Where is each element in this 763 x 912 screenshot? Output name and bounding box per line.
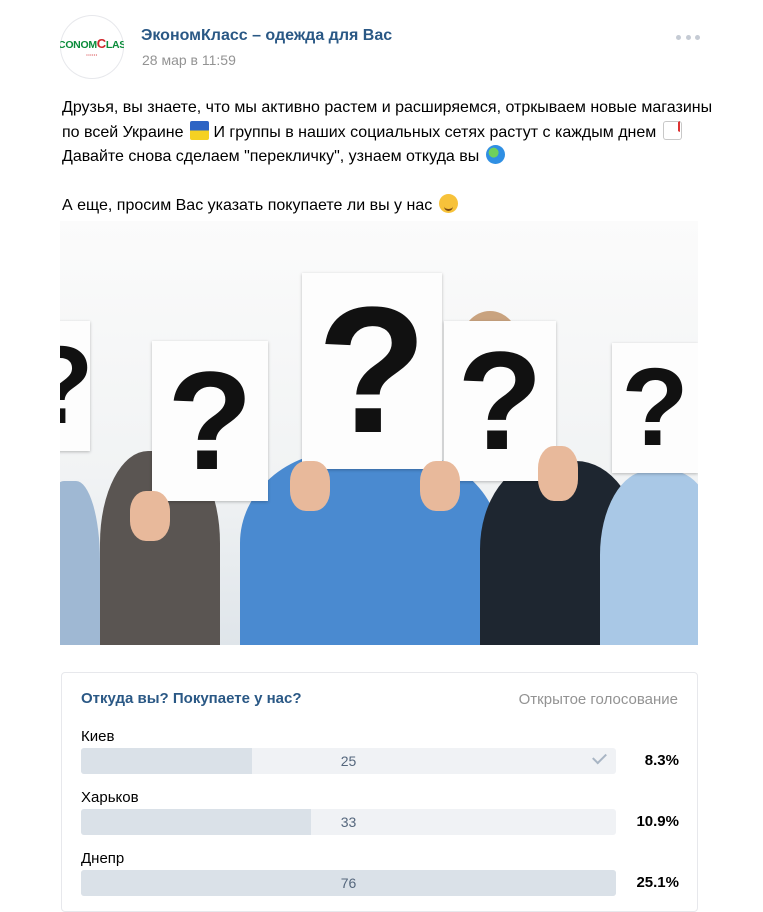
winking-face-icon <box>438 193 458 213</box>
wall-post: ECONOMCLASS •••••• ЭкономКласс – одежда … <box>0 0 763 912</box>
community-avatar[interactable]: ECONOMCLASS •••••• <box>60 15 124 79</box>
answer-percent: 8.3% <box>644 752 679 769</box>
answer-bar[interactable]: 33 <box>81 809 616 835</box>
chart-increasing-icon <box>662 120 682 140</box>
question-sign: ? <box>612 343 698 473</box>
question-sign: ? <box>302 273 442 469</box>
answer-count: 76 <box>340 875 357 891</box>
answer-percent: 10.9% <box>636 813 679 830</box>
post-paragraph-2: А еще, просим Вас указать покупаете ли в… <box>62 193 722 219</box>
answer-percent: 25.1% <box>636 874 679 891</box>
post-photo[interactable]: ? ? ? ? ? <box>60 221 698 645</box>
question-sign: ? <box>60 321 94 451</box>
poll-answer[interactable]: Харьков 33 10.9% <box>81 789 679 847</box>
post-date[interactable]: 28 мар в 11:59 <box>142 52 236 68</box>
answer-label: Киев <box>81 728 115 745</box>
hand <box>538 446 578 501</box>
answer-count: 33 <box>340 814 357 830</box>
answer-bar[interactable]: 76 <box>81 870 616 896</box>
answer-label: Харьков <box>81 789 139 806</box>
globe-icon <box>485 145 505 164</box>
post-paragraph-1: Друзья, вы знаете, что мы активно растем… <box>62 99 713 165</box>
answer-label: Днепр <box>81 850 125 867</box>
person-figure <box>600 471 698 645</box>
answer-bar[interactable]: 25 <box>81 748 616 774</box>
ukraine-flag-icon <box>189 120 209 140</box>
poll-title: Откуда вы? Покупаете у нас? <box>81 690 302 707</box>
question-sign: ? <box>152 341 268 501</box>
poll-answer[interactable]: Днепр 76 25.1% <box>81 850 679 908</box>
answer-count: 25 <box>340 753 357 769</box>
avatar-logo: ECONOMCLASS <box>60 35 124 51</box>
post-text: Друзья, вы знаете, что мы активно растем… <box>62 96 722 218</box>
more-options-icon[interactable] <box>676 30 700 44</box>
poll-answer[interactable]: Киев 25 8.3% <box>81 728 679 786</box>
hand <box>130 491 170 541</box>
poll-type: Открытое голосование <box>518 691 678 708</box>
poll: Откуда вы? Покупаете у нас? Открытое гол… <box>61 672 698 912</box>
post-author-link[interactable]: ЭкономКласс – одежда для Вас <box>141 27 392 45</box>
hand <box>290 461 330 511</box>
person-figure <box>60 481 100 645</box>
hand <box>420 461 460 511</box>
